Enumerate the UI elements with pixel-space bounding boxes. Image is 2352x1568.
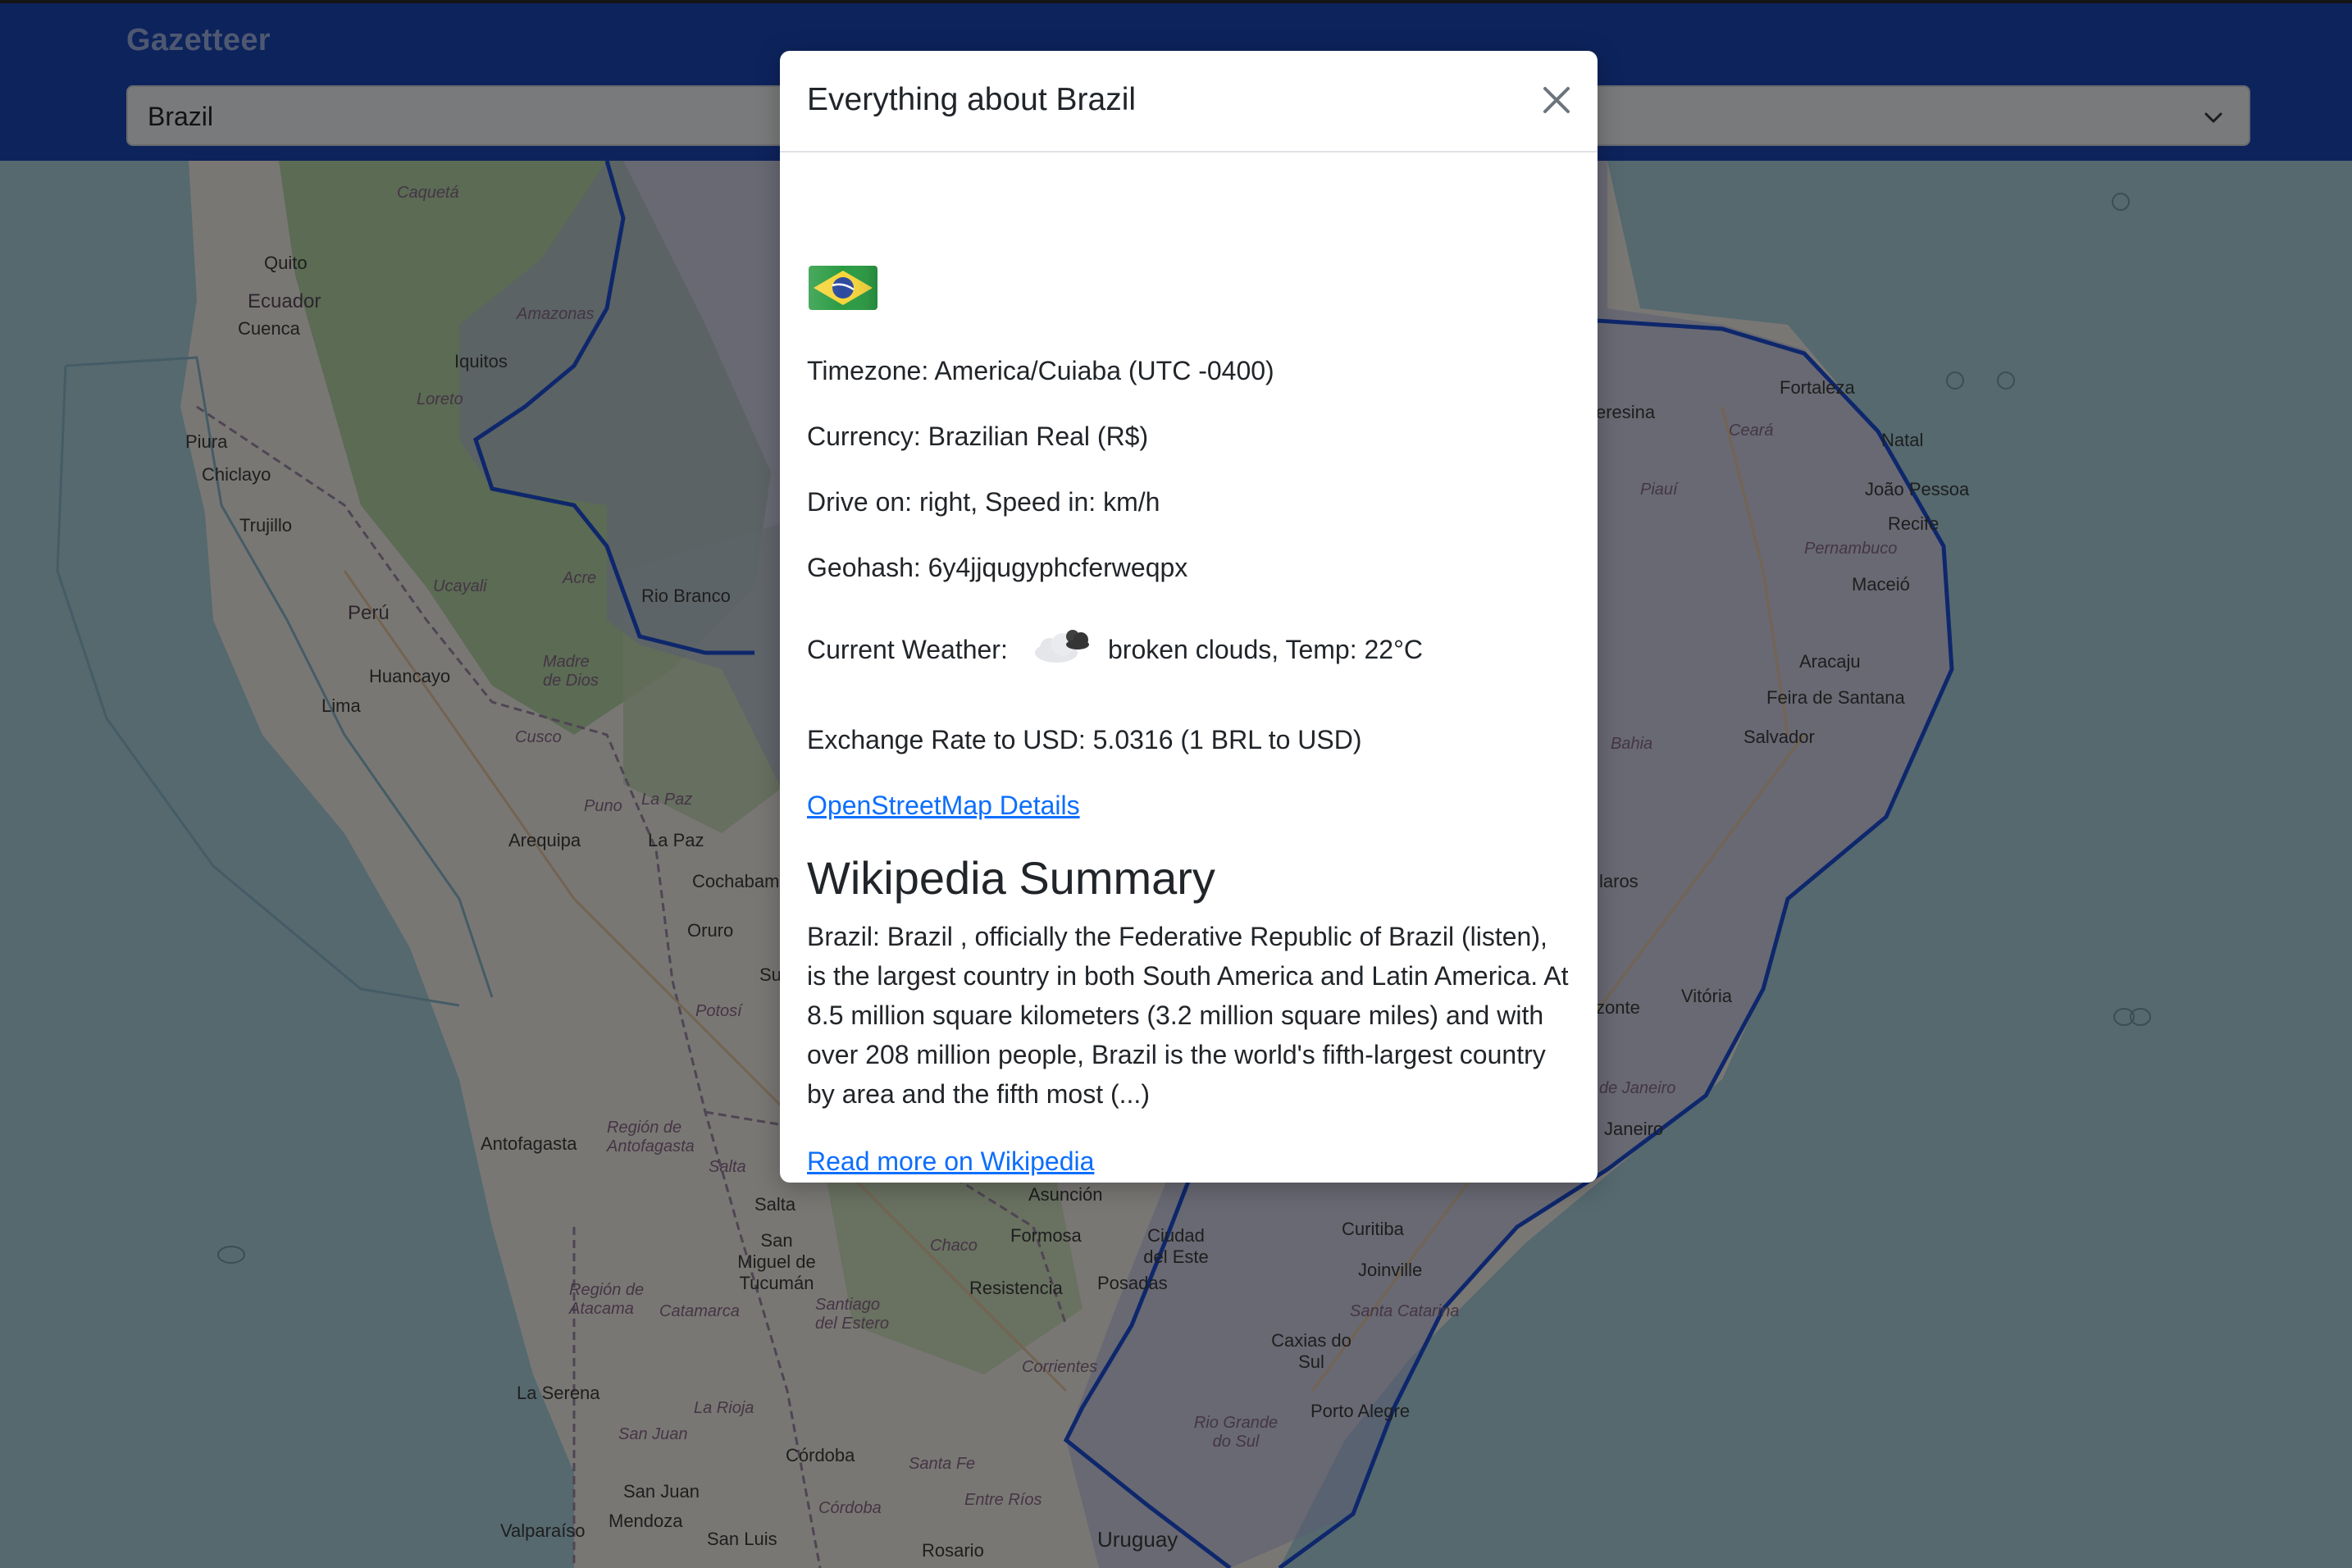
exchange-rate-text: Exchange Rate to USD: 5.0316 (1 BRL to U… bbox=[807, 725, 1362, 754]
modal-header: Everything about Brazil bbox=[780, 51, 1598, 153]
drive-text: Drive on: right, Speed in: km/h bbox=[807, 487, 1160, 517]
weather-text: broken clouds, Temp: 22°C bbox=[1108, 635, 1423, 664]
country-info-modal: Everything about Brazil Timezone: Americ… bbox=[780, 51, 1598, 1183]
weather-label: Current Weather: bbox=[807, 635, 1008, 664]
wikipedia-heading: Wikipedia Summary bbox=[807, 852, 1215, 904]
wikipedia-summary: Brazil: Brazil , officially the Federati… bbox=[807, 922, 1569, 1109]
modal-title: Everything about Brazil bbox=[807, 82, 1137, 117]
openstreetmap-link[interactable]: OpenStreetMap Details bbox=[807, 791, 1080, 821]
read-more-wikipedia-link[interactable]: Read more on Wikipedia bbox=[807, 1146, 1094, 1177]
timezone-text: Timezone: America/Cuiaba (UTC -0400) bbox=[807, 356, 1274, 385]
brazil-flag-icon bbox=[809, 266, 877, 310]
broken-clouds-icon bbox=[1035, 630, 1089, 663]
geohash-text: Geohash: 6y4jjqugyphcferweqpx bbox=[807, 553, 1188, 582]
currency-text: Currency: Brazilian Real (R$) bbox=[807, 422, 1149, 451]
close-icon[interactable] bbox=[1532, 75, 1581, 125]
